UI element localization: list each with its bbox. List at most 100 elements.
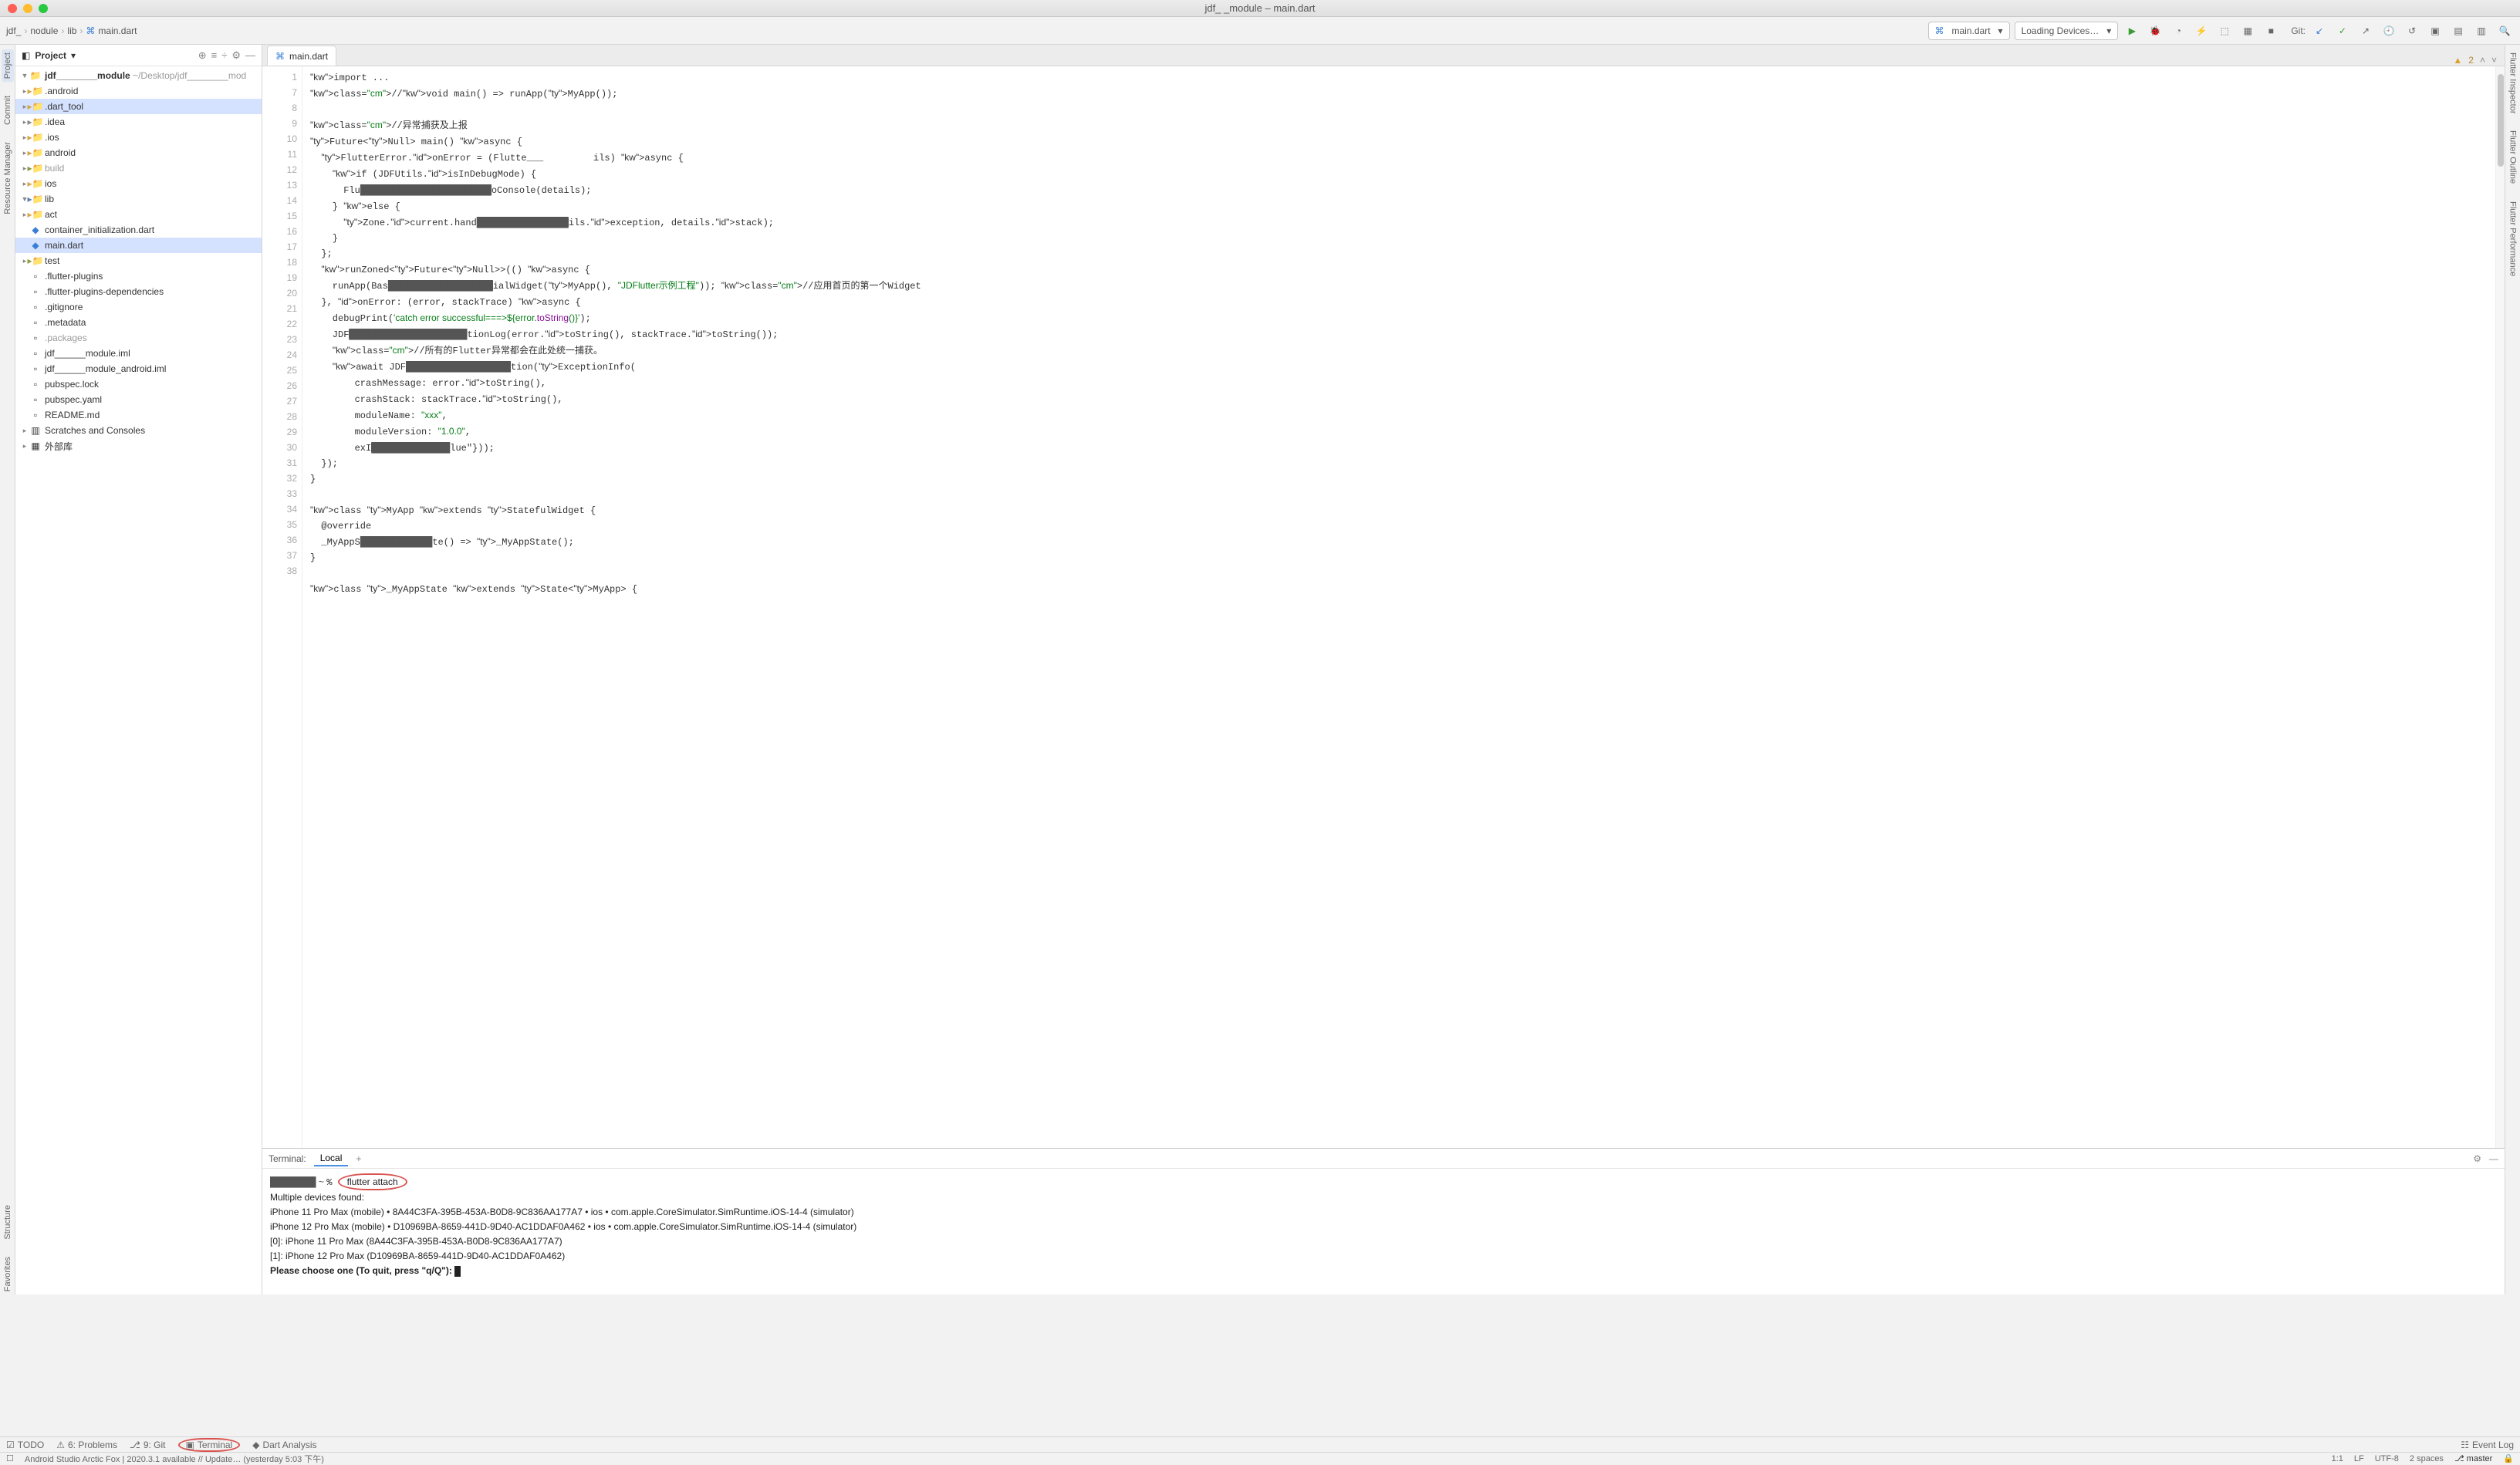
tree-item[interactable]: ◆container_initialization.dart [15,222,262,238]
breadcrumb-segment[interactable]: lib [67,25,76,36]
project-tree[interactable]: ▼📁jdf________module ~/Desktop/jdf_______… [15,66,262,1295]
search-icon[interactable]: 🔍 [2495,22,2514,40]
profiler-button[interactable]: ▦ [2238,22,2257,40]
vcs-history-icon[interactable]: 🕘 [2380,22,2398,40]
coverage-button[interactable]: ◔ [2169,22,2187,40]
avs-icon-1[interactable]: ▣ [2426,22,2444,40]
left-tab-favorites[interactable]: Favorites [2,1254,14,1295]
indent-indicator[interactable]: 2 spaces [2410,1454,2444,1463]
tree-item[interactable]: ▫.flutter-plugins-dependencies [15,284,262,299]
vcs-push-icon[interactable]: ↗ [2356,22,2375,40]
tree-item[interactable]: ▫pubspec.lock [15,376,262,392]
avs-icon-2[interactable]: ▤ [2449,22,2468,40]
right-tab-inspector[interactable]: Flutter Inspector [2507,49,2519,116]
tree-item[interactable]: ▸▸📁.ios [15,130,262,145]
traffic-lights [8,4,48,13]
left-tab-commit[interactable]: Commit [2,93,14,128]
tree-scratches[interactable]: ▸▥Scratches and Consoles [15,423,262,438]
left-tab-project[interactable]: Project [2,49,14,82]
breadcrumb-segment[interactable]: nodule [30,25,58,36]
bottom-tab-event-log[interactable]: ☷ Event Log [2461,1440,2514,1450]
tree-root[interactable]: ▼📁jdf________module ~/Desktop/jdf_______… [15,68,262,83]
tree-item[interactable]: ▫.gitignore [15,299,262,315]
settings-icon[interactable]: ⚙ [231,49,241,62]
device-combo[interactable]: Loading Devices…▾ [2015,22,2119,40]
next-highlight-icon[interactable]: ˅ [2491,55,2497,66]
run-config-combo[interactable]: ⌘main.dart▾ [1928,22,2010,40]
line-separator[interactable]: LF [2354,1454,2364,1463]
status-message: Android Studio Arctic Fox | 2020.3.1 ava… [25,1453,324,1465]
tree-item[interactable]: ▼▸📁lib [15,191,262,207]
terminal-tool-window: Terminal: Local + ⚙ — ███████ ~ % flutte… [262,1148,2505,1295]
bottom-tab-terminal[interactable]: ▣ Terminal [178,1438,241,1452]
expand-icon[interactable]: ≡ [211,49,218,61]
right-tool-gutter: Flutter Inspector Flutter Outline Flutte… [2505,45,2520,1295]
vcs-commit-icon[interactable]: ✓ [2333,22,2352,40]
avs-icon-3[interactable]: ▥ [2472,22,2491,40]
editor-gutter[interactable]: 1789101112131415161718192021222324252627… [262,66,302,1148]
tree-item[interactable]: ▸▸📁build [15,160,262,176]
vcs-rollback-icon[interactable]: ↺ [2403,22,2421,40]
hot-reload-button[interactable]: ⚡ [2192,22,2211,40]
tree-item[interactable]: ▸▸📁.idea [15,114,262,130]
right-tab-outline[interactable]: Flutter Outline [2507,127,2519,187]
git-branch[interactable]: ⎇ master [2454,1453,2492,1463]
tree-item[interactable]: ▫jdf______module.iml [15,346,262,361]
terminal-settings-icon[interactable]: ⚙ [2473,1153,2481,1164]
collapse-icon[interactable]: ÷ [221,49,227,61]
file-encoding[interactable]: UTF-8 [2375,1454,2399,1463]
code-content[interactable]: "kw">import ... "kw">class="cm">//"kw">v… [302,66,2505,1148]
tree-item[interactable]: ▫jdf______module_android.iml [15,361,262,376]
tree-item[interactable]: ▫.flutter-plugins [15,268,262,284]
attach-button[interactable]: ⬚ [2215,22,2234,40]
minimize-window-icon[interactable] [23,4,32,13]
tree-item[interactable]: ▸▸📁act [15,207,262,222]
prev-highlight-icon[interactable]: ˄ [2480,55,2485,66]
tree-item[interactable]: ▫pubspec.yaml [15,392,262,407]
breadcrumb: jdf_› nodule› lib› ⌘main.dart [6,25,137,36]
git-label: Git: [2291,25,2305,36]
editor-tabs: ⌘main.dart ▲ 2 ˄ ˅ [262,45,2505,66]
lock-icon[interactable]: 🔒 [2503,1453,2514,1463]
tree-item[interactable]: ◆main.dart [15,238,262,253]
locate-icon[interactable]: ⊕ [198,49,207,62]
bottom-tab-git[interactable]: ⎇ 9: Git [130,1440,166,1450]
editor-scrollbar[interactable] [2495,66,2505,1148]
right-tab-performance[interactable]: Flutter Performance [2507,198,2519,279]
editor-body[interactable]: 1789101112131415161718192021222324252627… [262,66,2505,1148]
terminal-add-tab[interactable]: + [356,1153,361,1164]
tree-item[interactable]: ▫.packages [15,330,262,346]
terminal-hide-icon[interactable]: — [2489,1153,2498,1164]
breadcrumb-segment[interactable]: jdf_ [6,25,21,36]
vcs-update-icon[interactable]: ↙ [2310,22,2329,40]
zoom-window-icon[interactable] [39,4,48,13]
caret-position[interactable]: 1:1 [2332,1454,2343,1463]
editor-area: ⌘main.dart ▲ 2 ˄ ˅ 178910111213141516171… [262,45,2505,1295]
left-tab-resource-manager[interactable]: Resource Manager [2,139,14,218]
bottom-tab-todo[interactable]: ☑ TODO [6,1440,44,1450]
device-combo-label: Loading Devices… [2022,25,2099,36]
bottom-tab-dart-analysis[interactable]: ◆ Dart Analysis [252,1440,316,1450]
tree-item[interactable]: ▫README.md [15,407,262,423]
tree-item[interactable]: ▸▸📁android [15,145,262,160]
left-tab-structure[interactable]: Structure [2,1202,14,1243]
tree-item[interactable]: ▫.metadata [15,315,262,330]
bottom-tab-problems[interactable]: ⚠ 6: Problems [56,1440,117,1450]
close-window-icon[interactable] [8,4,17,13]
debug-button[interactable]: 🐞 [2146,22,2164,40]
hide-icon[interactable]: — [245,49,255,61]
tree-item[interactable]: ▸▸📁.dart_tool [15,99,262,114]
tree-item[interactable]: ▸▸📁.android [15,83,262,99]
stop-button[interactable]: ■ [2262,22,2280,40]
editor-tab-label: main.dart [289,51,328,62]
tree-item[interactable]: ▸▸📁ios [15,176,262,191]
terminal-body[interactable]: ███████ ~ % flutter attachMultiple devic… [262,1169,2505,1295]
run-button[interactable]: ▶ [2123,22,2141,40]
editor-inspection-widget[interactable]: ▲ 2 ˄ ˅ [2453,55,2497,66]
tree-external-libs[interactable]: ▸▦外部库 [15,438,262,454]
terminal-tab-local[interactable]: Local [314,1151,349,1166]
editor-tab-main[interactable]: ⌘main.dart [267,46,336,66]
tree-item[interactable]: ▸▸📁test [15,253,262,268]
scrollbar-thumb[interactable] [2498,74,2504,167]
breadcrumb-segment[interactable]: main.dart [98,25,137,36]
